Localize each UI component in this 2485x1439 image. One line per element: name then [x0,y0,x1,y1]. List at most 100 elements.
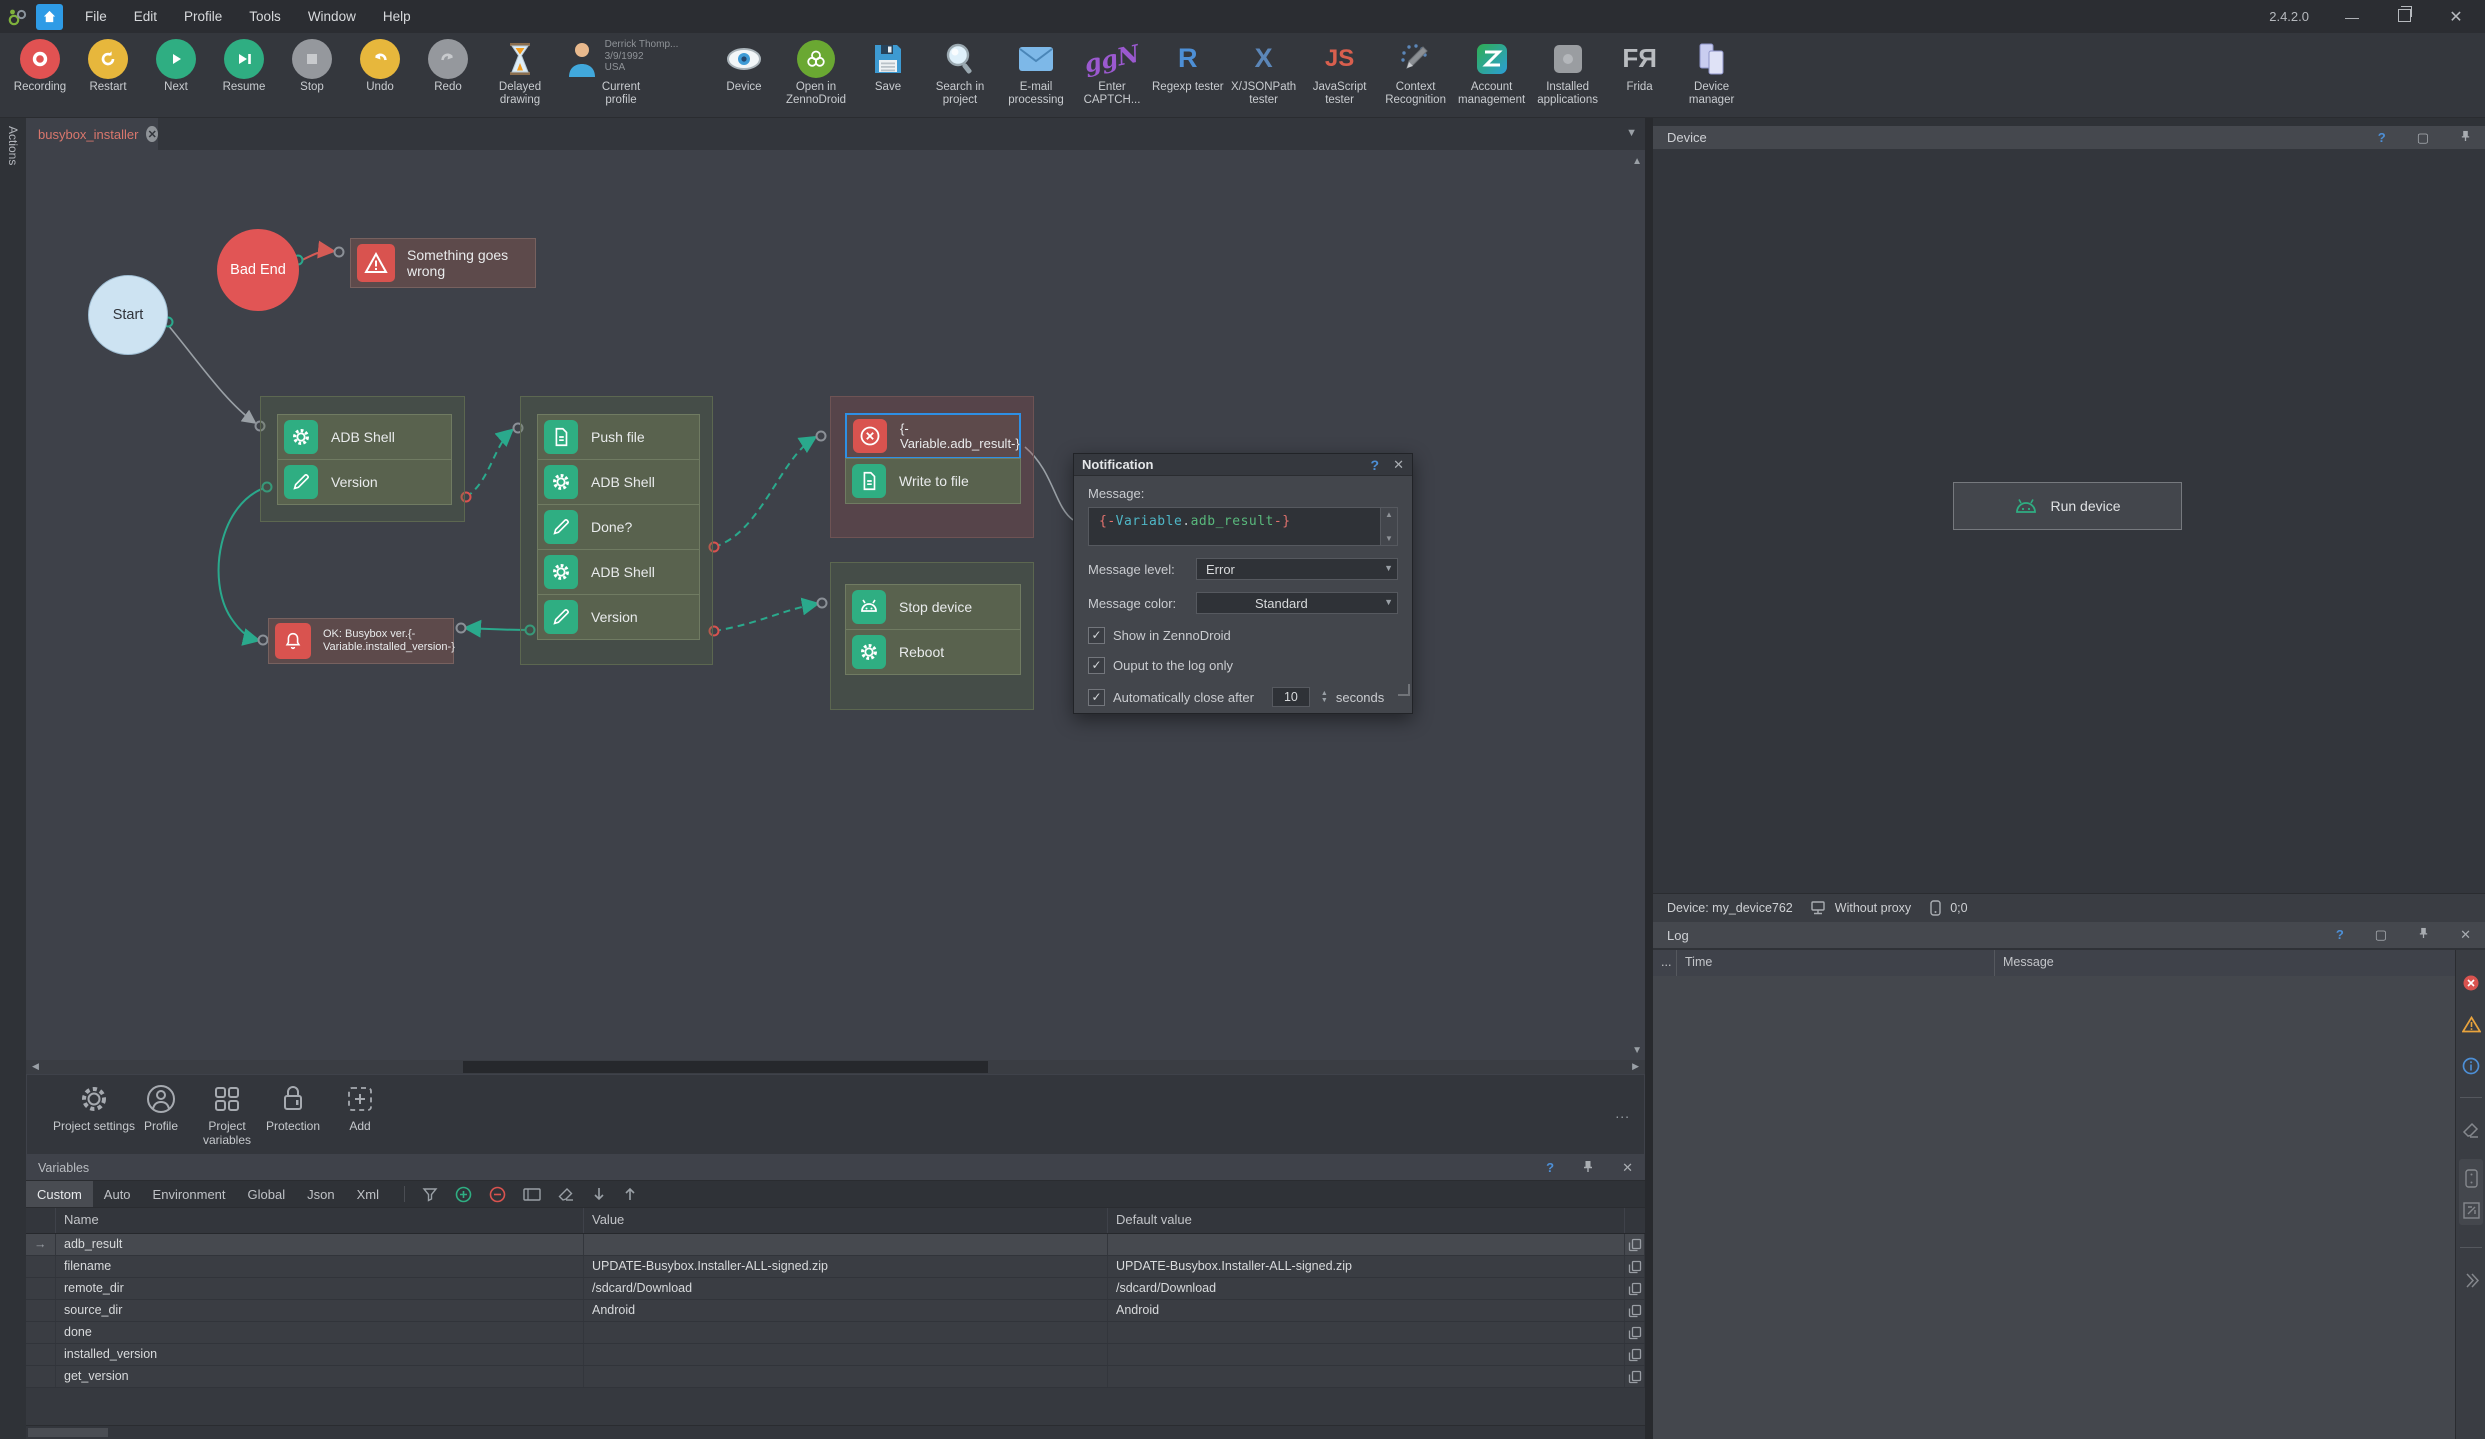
variables-scroll-thumb[interactable] [28,1428,108,1437]
variable-row-done[interactable]: done [26,1322,1645,1344]
copy-icon[interactable] [1625,1344,1645,1365]
menu-tools[interactable]: Tools [249,9,281,24]
log-pin-icon[interactable] [2418,927,2429,943]
tab-environment[interactable]: Environment [142,1181,237,1207]
action-group-4[interactable]: Stop device Reboot [830,562,1034,710]
toolbar-delayed-drawing[interactable]: Delayed drawing [482,33,558,106]
run-device-button[interactable]: Run device [1953,482,2182,530]
minimize-button[interactable]: — [2343,9,2361,25]
action-adb-shell-3[interactable]: ADB Shell [537,549,700,595]
menu-profile[interactable]: Profile [184,9,222,24]
notification-dialog[interactable]: Notification ? ✕ Message: {-Variable.adb… [1073,453,1413,714]
toolbar-device[interactable]: Device [710,33,778,94]
toolbar-context-recognition[interactable]: Context Recognition [1378,33,1454,106]
close-button[interactable]: ✕ [2447,7,2465,27]
scroll-left-icon[interactable]: ◀ [32,1061,39,1072]
variables-hscrollbar[interactable] [26,1425,1645,1439]
action-group-1[interactable]: ADB Shell Version [260,396,465,522]
tab-json[interactable]: Json [296,1181,345,1207]
variable-row-remote-dir[interactable]: remote_dir /sdcard/Download /sdcard/Down… [26,1278,1645,1300]
tab-auto[interactable]: Auto [93,1181,142,1207]
toolbar-frida[interactable]: FЯ Frida [1606,33,1674,94]
restore-button[interactable] [2395,9,2413,25]
device-pin-icon[interactable] [2460,130,2471,146]
toolbar-stop[interactable]: Stop [278,33,346,94]
variable-row-installed-version[interactable]: installed_version [26,1344,1645,1366]
canvas-vscroll-up-icon[interactable]: ▲ [1632,156,1642,167]
menu-help[interactable]: Help [383,9,411,24]
toolbar-enter-captcha[interactable]: ggN Enter CAPTCH... [1074,33,1150,106]
log-panel-header[interactable]: Log ? ▢ ✕ [1653,922,2485,948]
canvas-hscrollbar[interactable]: ◀ ▶ [26,1060,1645,1074]
log-col-dots[interactable]: ... [1653,950,1677,976]
toolbar-redo[interactable]: Redo [414,33,482,94]
copy-icon[interactable] [1625,1322,1645,1343]
message-scrollbar[interactable]: ▲▼ [1380,508,1397,545]
clear-log-icon[interactable] [2462,1122,2480,1139]
action-stop-device[interactable]: Stop device [845,584,1021,630]
auto-close-row[interactable]: ✓ Automatically close after 10 ▲▼ second… [1088,687,1398,707]
copy-icon[interactable] [1625,1366,1645,1387]
menu-window[interactable]: Window [308,9,356,24]
menu-file[interactable]: File [85,9,107,24]
home-button[interactable] [36,4,63,30]
action-push-file[interactable]: Push file [537,414,700,460]
toolbar-account-management[interactable]: Account management [1454,33,1530,106]
scroll-to-end-icon[interactable] [2463,1272,2480,1289]
message-level-dropdown[interactable]: Error ▼ [1196,558,1398,580]
tab-close-icon[interactable]: ✕ [146,126,158,142]
move-up-icon[interactable] [623,1186,637,1202]
tab-list-dropdown-icon[interactable]: ▼ [1626,127,1637,139]
scroll-right-icon[interactable]: ▶ [1632,1061,1639,1072]
tab-global[interactable]: Global [237,1181,297,1207]
toolbar-search-in-project[interactable]: Search in project [922,33,998,106]
action-reboot[interactable]: Reboot [845,629,1021,675]
filter-icon[interactable] [422,1186,438,1202]
checkbox-checked[interactable]: ✓ [1088,627,1105,644]
node-ok-note[interactable]: OK: Busybox ver.{-Variable.installed_ver… [268,618,454,664]
copy-icon[interactable] [1625,1256,1645,1277]
toolbar-current-profile[interactable]: Derrick Thomp... 3/9/1992 USA Current pr… [558,33,684,106]
device-maximize-icon[interactable]: ▢ [2417,130,2429,146]
log-info-icon[interactable] [2462,1057,2480,1075]
seconds-input[interactable]: 10 [1272,687,1310,707]
device-log-icon[interactable] [2465,1169,2478,1188]
variable-row-get-version[interactable]: get_version [26,1366,1645,1388]
add-variable-icon[interactable] [455,1186,472,1203]
remove-variable-icon[interactable] [489,1186,506,1203]
log-body[interactable] [1653,976,2455,1439]
message-field[interactable]: {-Variable.adb_result-} ▲▼ [1088,507,1398,546]
dialog-help-icon[interactable]: ? [1371,457,1380,473]
action-group-2[interactable]: Push file ADB Shell Done? ADB Shell Vers… [520,396,713,665]
toolbar-save[interactable]: Save [854,33,922,94]
action-adb-shell-2[interactable]: ADB Shell [537,459,700,505]
show-in-zennodroid-row[interactable]: ✓ Show in ZennoDroid [1088,627,1398,644]
variables-help-icon[interactable]: ? [1546,1160,1554,1175]
rename-icon[interactable] [523,1187,541,1202]
eraser-icon[interactable] [558,1187,575,1202]
log-col-message[interactable]: Message [1995,950,2455,976]
copy-icon[interactable] [1625,1278,1645,1299]
node-start[interactable]: Start [88,275,168,355]
toolbar-installed-applications[interactable]: Installed applications [1530,33,1606,106]
copy-icon[interactable] [1625,1300,1645,1321]
variable-row-filename[interactable]: filename UPDATE-Busybox.Installer-ALL-si… [26,1256,1645,1278]
toolbar-open-in-zennodroid[interactable]: Open in ZennoDroid [778,33,854,106]
action-version[interactable]: Version [277,459,452,505]
message-value[interactable]: {-Variable.adb_result-} [1089,508,1380,545]
toolbar-next[interactable]: Next [142,33,210,94]
tab-busybox-installer[interactable]: busybox_installer ✕ [26,118,158,150]
canvas-vscroll-down-icon[interactable]: ▼ [1632,1045,1642,1056]
toolbar-javascript-tester[interactable]: JS JavaScript tester [1302,33,1378,106]
menu-edit[interactable]: Edit [134,9,157,24]
project-bar-more-button[interactable]: ... [1615,1105,1630,1121]
toolbar-restart[interactable]: Restart [74,33,142,94]
variables-pin-icon[interactable] [1582,1160,1594,1176]
toolbar-undo[interactable]: Undo [346,33,414,94]
action-adb-shell[interactable]: ADB Shell [277,414,452,460]
hscroll-thumb[interactable] [463,1061,988,1073]
log-help-icon[interactable]: ? [2336,927,2344,943]
tab-xml[interactable]: Xml [346,1181,390,1207]
message-color-dropdown[interactable]: Standard ▼ [1196,592,1398,614]
tab-custom[interactable]: Custom [26,1181,93,1207]
